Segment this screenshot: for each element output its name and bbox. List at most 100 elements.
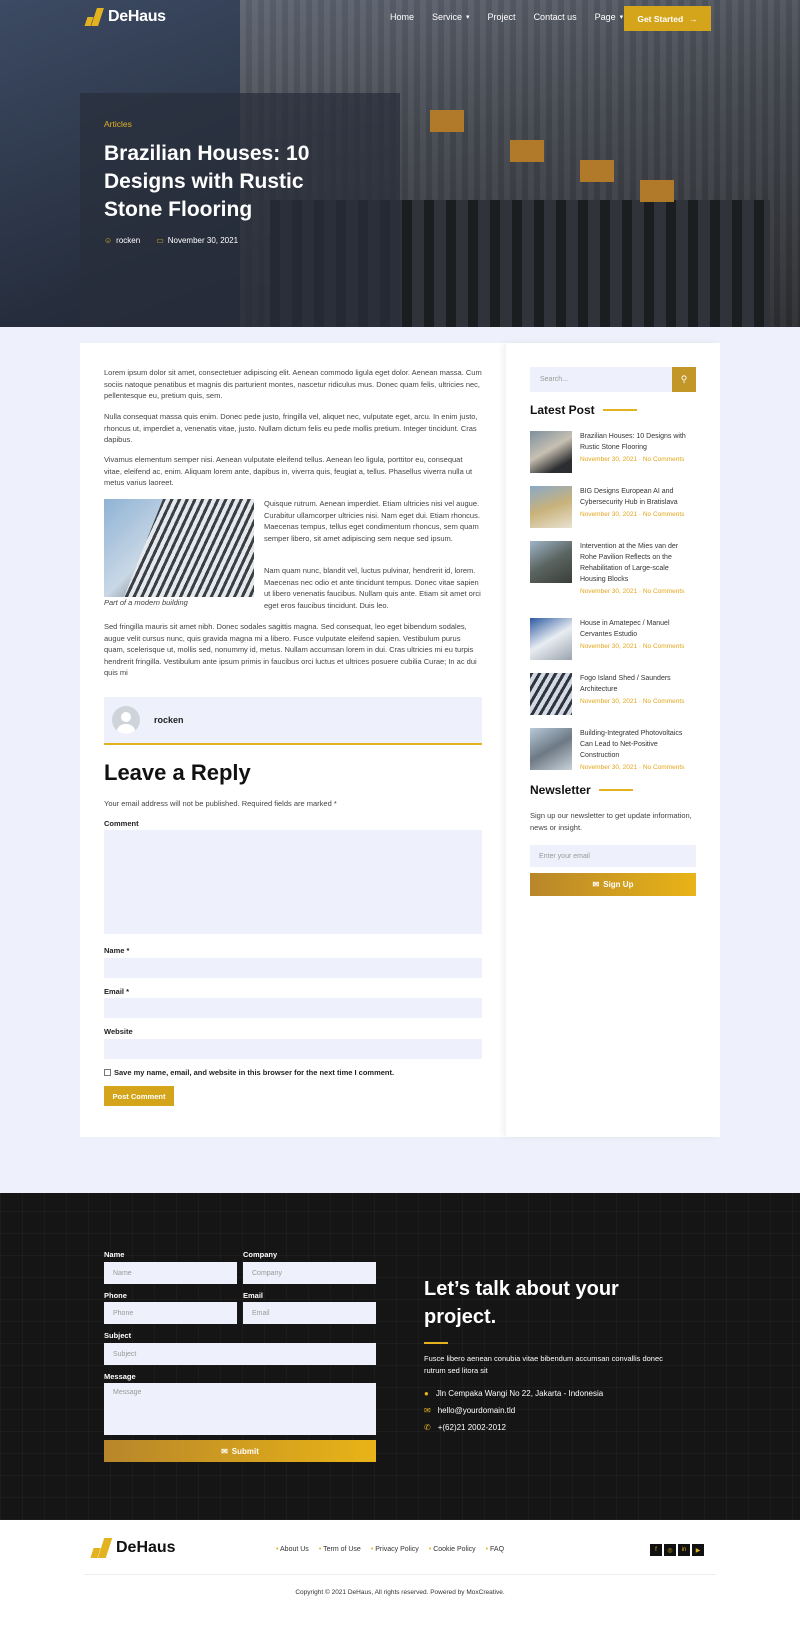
search-input[interactable]: Search... xyxy=(530,367,672,392)
article-paragraph: Nam quam nunc, blandit vel, luctus pulvi… xyxy=(264,566,481,610)
post-title[interactable]: Fogo Island Shed / Saunders Architecture xyxy=(580,673,696,695)
post-thumbnail[interactable] xyxy=(530,431,572,473)
contact-message-textarea[interactable]: Message xyxy=(104,1383,376,1435)
contact-message-label: Message xyxy=(104,1372,136,1381)
chevron-down-icon: ▾ xyxy=(466,14,470,21)
footer-link-terms[interactable]: Term of Use xyxy=(319,1546,361,1553)
contact-phone[interactable]: ✆ +(62)21 2002-2012 xyxy=(424,1423,506,1432)
youtube-icon[interactable]: ▶ xyxy=(692,1544,704,1556)
get-started-label: Get Started xyxy=(637,13,684,24)
nav-project[interactable]: Project xyxy=(488,12,516,22)
envelope-icon: ✉ xyxy=(221,1446,228,1456)
newsletter-email-input[interactable]: Enter your email xyxy=(530,845,696,867)
nav-home[interactable]: Home xyxy=(390,12,414,22)
social-links: f ◎ in ▶ xyxy=(650,1544,704,1556)
post-title[interactable]: Intervention at the Mies van der Rohe Pa… xyxy=(580,541,696,585)
sign-up-label: Sign Up xyxy=(603,880,634,889)
post-title[interactable]: BIG Designs European AI and Cybersecurit… xyxy=(580,486,696,508)
sign-up-button[interactable]: ✉ Sign Up xyxy=(530,873,696,896)
building-window xyxy=(640,180,674,202)
latest-post-heading: Latest Post xyxy=(530,403,637,417)
article-paragraph: Nulla consequat massa quis enim. Donec p… xyxy=(104,412,478,445)
chevron-down-icon: ▾ xyxy=(619,14,624,21)
contact-name-input[interactable]: Name xyxy=(104,1262,237,1284)
latest-post-item[interactable]: House in Amatepec / Manuel Cervantes Est… xyxy=(530,618,696,660)
search-icon: ⚲ xyxy=(680,374,688,384)
post-thumbnail[interactable] xyxy=(530,486,572,528)
article-image xyxy=(104,499,254,597)
nav-contact[interactable]: Contact us xyxy=(534,12,577,22)
footer-link-privacy[interactable]: Privacy Policy xyxy=(371,1546,419,1553)
post-thumbnail[interactable] xyxy=(530,728,572,770)
nav-page[interactable]: Page ▾ xyxy=(595,12,624,22)
footer-link-cookie[interactable]: Cookie Policy xyxy=(429,1546,475,1553)
contact-company-label: Company xyxy=(243,1250,278,1259)
reply-note: Your email address will not be published… xyxy=(104,799,337,808)
post-title[interactable]: Brazilian Houses: 10 Designs with Rustic… xyxy=(580,431,696,453)
post-meta: November 30, 2021 · No Comments xyxy=(580,698,685,705)
author-meta[interactable]: ☺ rocken xyxy=(104,236,140,245)
copyright-text: Copyright © 2021 DeHaus, All rights rese… xyxy=(295,1589,505,1596)
building-window xyxy=(580,160,614,182)
get-started-button[interactable]: Get Started → xyxy=(624,6,711,31)
avatar xyxy=(112,706,140,734)
top-navigation: DeHaus Home Service ▾ Project Contact us … xyxy=(0,0,800,38)
author-name[interactable]: rocken xyxy=(154,715,184,725)
instagram-icon[interactable]: ◎ xyxy=(664,1544,676,1556)
hero-category[interactable]: Articles xyxy=(104,119,132,129)
save-info-label: Save my name, email, and website in this… xyxy=(114,1068,395,1077)
logo-mark-icon xyxy=(90,1538,113,1558)
contact-subject-input[interactable]: Subject xyxy=(104,1343,376,1365)
image-caption: Part of a modern building xyxy=(104,598,188,607)
footer-link-about[interactable]: About Us xyxy=(276,1546,309,1553)
footer-logo[interactable]: DeHaus xyxy=(90,1538,176,1558)
footer-divider xyxy=(84,1574,716,1575)
search-button[interactable]: ⚲ xyxy=(672,367,696,392)
post-comment-button[interactable]: Post Comment xyxy=(104,1086,174,1106)
post-meta: November 30, 2021 · No Comments xyxy=(580,588,685,595)
comment-textarea[interactable] xyxy=(104,830,482,934)
post-thumbnail[interactable] xyxy=(530,673,572,715)
envelope-icon: ✉ xyxy=(592,880,600,889)
building-window xyxy=(510,140,544,162)
contact-email[interactable]: ✉ hello@yourdomain.tld xyxy=(424,1406,515,1415)
linkedin-icon[interactable]: in xyxy=(678,1544,690,1556)
article-paragraph: Sed fringilla mauris sit amet nibh. Done… xyxy=(104,622,477,678)
website-field[interactable] xyxy=(104,1039,482,1059)
nav-service[interactable]: Service ▾ xyxy=(432,12,470,22)
hero-meta: ☺ rocken ▭ November 30, 2021 xyxy=(104,236,238,245)
contact-email-label: Email xyxy=(243,1291,264,1300)
page-title: Brazilian Houses: 10 Designs with Rustic… xyxy=(104,142,310,221)
contact-submit-button[interactable]: ✉ Submit xyxy=(104,1440,376,1462)
post-title[interactable]: House in Amatepec / Manuel Cervantes Est… xyxy=(580,618,696,640)
latest-post-item[interactable]: Intervention at the Mies van der Rohe Pa… xyxy=(530,541,696,595)
heading-underline xyxy=(424,1342,448,1344)
contact-phone-input[interactable]: Phone xyxy=(104,1302,237,1324)
facebook-icon[interactable]: f xyxy=(650,1544,662,1556)
article-paragraph: Vivamus elementum semper nisi. Aenean vu… xyxy=(104,455,473,488)
latest-post-item[interactable]: Building-Integrated Photovoltaics Can Le… xyxy=(530,728,696,771)
contact-company-input[interactable]: Company xyxy=(243,1262,376,1284)
email-field[interactable] xyxy=(104,998,482,1018)
arrow-right-icon: → xyxy=(689,13,698,24)
logo-mark-icon xyxy=(84,8,104,26)
contact-email-input[interactable]: Email xyxy=(243,1302,376,1324)
post-meta: November 30, 2021 · No Comments xyxy=(580,456,685,463)
site-logo[interactable]: DeHaus xyxy=(84,8,166,26)
post-meta: November 30, 2021 · No Comments xyxy=(580,764,685,771)
article-paragraph: Lorem ipsum dolor sit amet, consectetuer… xyxy=(104,368,482,401)
author-box: rocken xyxy=(104,697,482,745)
latest-post-item[interactable]: Brazilian Houses: 10 Designs with Rustic… xyxy=(530,431,696,473)
envelope-icon: ✉ xyxy=(424,1406,431,1415)
newsletter-text: Sign up our newsletter to get update inf… xyxy=(530,811,692,832)
name-field[interactable] xyxy=(104,958,482,978)
post-title[interactable]: Building-Integrated Photovoltaics Can Le… xyxy=(580,728,696,761)
save-info-checkbox-row[interactable]: Save my name, email, and website in this… xyxy=(104,1068,394,1077)
footer-link-faq[interactable]: FAQ xyxy=(486,1546,504,1553)
latest-post-item[interactable]: Fogo Island Shed / Saunders Architecture… xyxy=(530,673,696,715)
save-info-checkbox[interactable] xyxy=(104,1069,111,1076)
post-thumbnail[interactable] xyxy=(530,541,572,583)
latest-post-item[interactable]: BIG Designs European AI and Cybersecurit… xyxy=(530,486,696,528)
post-thumbnail[interactable] xyxy=(530,618,572,660)
main-menu: Home Service ▾ Project Contact us Page ▾ xyxy=(390,12,623,22)
